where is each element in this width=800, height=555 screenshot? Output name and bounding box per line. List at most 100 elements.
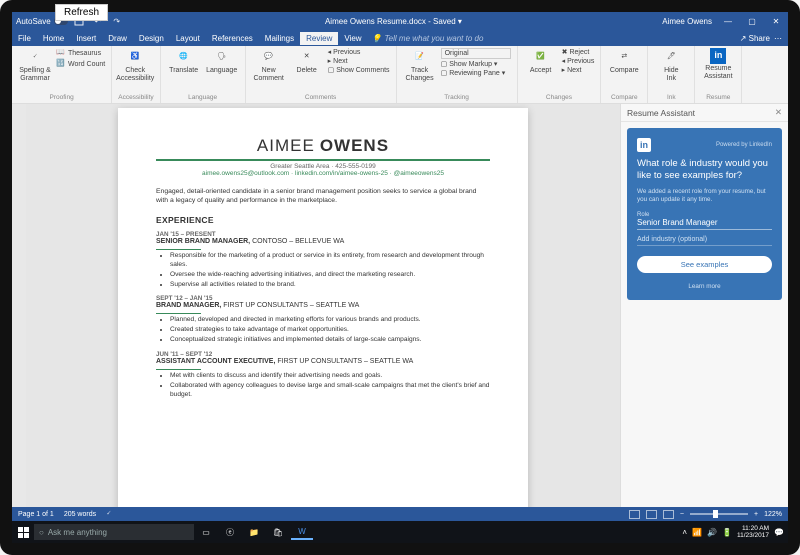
translate-button[interactable]: 🌐Translate <box>167 48 201 75</box>
group-language-label: Language <box>167 94 239 101</box>
read-mode-button[interactable] <box>629 510 640 519</box>
reject-button[interactable]: ✖ Reject <box>562 48 595 56</box>
new-comment-button[interactable]: 💬New Comment <box>252 48 286 82</box>
prev-change-button[interactable]: ◂ Previous <box>562 57 595 65</box>
volume-icon[interactable]: 🔊 <box>707 528 717 537</box>
zoom-level[interactable]: 122% <box>764 511 782 518</box>
delete-icon: ✕ <box>298 48 316 66</box>
document-page[interactable]: AIMEE OWENS Greater Seattle Area · 425-5… <box>118 108 528 507</box>
share-button[interactable]: ↗ Share <box>740 34 770 43</box>
tab-layout[interactable]: Layout <box>170 32 206 45</box>
group-ink-label: Ink <box>654 94 688 101</box>
thesaurus-icon: 📖 <box>56 48 66 58</box>
battery-icon[interactable]: 🔋 <box>722 528 732 537</box>
job-bullets: Met with clients to discuss and identify… <box>170 372 490 400</box>
linkedin-logo-icon: in <box>637 138 651 152</box>
document-title: Aimee Owens Resume.docx - Saved ▾ <box>129 17 659 26</box>
zoom-thumb[interactable] <box>713 510 718 518</box>
next-change-button[interactable]: ▸ Next <box>562 66 595 74</box>
group-accessibility: ♿Check Accessibility Accessibility <box>112 46 160 103</box>
accept-button[interactable]: ✅Accept <box>524 48 558 75</box>
page-indicator[interactable]: Page 1 of 1 <box>18 511 54 518</box>
comments-link[interactable]: ⋯ <box>774 34 782 43</box>
compare-button[interactable]: ⇄Compare <box>607 48 641 75</box>
tab-design[interactable]: Design <box>133 32 170 45</box>
tab-home[interactable]: Home <box>37 32 70 45</box>
maximize-button[interactable]: ▢ <box>744 17 760 26</box>
wifi-icon[interactable]: 📶 <box>692 528 702 537</box>
show-markup-button[interactable]: ▢ Show Markup ▾ <box>441 60 511 68</box>
tab-draw[interactable]: Draw <box>102 32 133 45</box>
tab-insert[interactable]: Insert <box>70 32 102 45</box>
display-mode-dropdown[interactable]: Original <box>441 48 511 59</box>
zoom-in-button[interactable]: + <box>754 511 758 518</box>
group-compare: ⇄Compare Compare <box>601 46 648 103</box>
role-field[interactable]: Senior Brand Manager <box>637 218 772 230</box>
autosave-label: AutoSave <box>16 17 51 26</box>
tab-mailings[interactable]: Mailings <box>259 32 300 45</box>
show-comments-button[interactable]: ▢ Show Comments <box>328 66 390 74</box>
track-changes-button[interactable]: 📝Track Changes <box>403 48 437 82</box>
system-clock[interactable]: 11:20 AM 11/23/2017 <box>737 525 769 539</box>
bullet: Responsible for the marketing of a produ… <box>170 252 490 270</box>
add-industry-field[interactable]: Add industry (optional) <box>637 236 772 246</box>
new-comment-icon: 💬 <box>260 48 278 66</box>
group-comments: 💬New Comment ✕Delete ◂ Previous ▸ Next ▢… <box>246 46 397 103</box>
compare-icon: ⇄ <box>615 48 633 66</box>
action-center-icon[interactable]: 💬 <box>774 528 784 537</box>
job-bullets: Planned, developed and directed in marke… <box>170 316 490 345</box>
tab-references[interactable]: References <box>206 32 259 45</box>
language-button[interactable]: 🗣Language <box>205 48 239 75</box>
tab-review[interactable]: Review <box>300 32 338 45</box>
search-placeholder: Ask me anything <box>48 528 107 537</box>
explorer-icon[interactable]: 📁 <box>243 524 265 540</box>
group-resume-label: Resume <box>701 94 735 101</box>
hide-ink-button[interactable]: 🖊Hide Ink <box>654 48 688 82</box>
store-icon[interactable]: 🛍 <box>267 524 289 540</box>
ribbon: 🗸Spelling & Grammar 📖Thesaurus 🔢Word Cou… <box>12 46 788 104</box>
assistant-close-button[interactable]: ✕ <box>775 107 782 118</box>
see-examples-button[interactable]: See examples <box>637 256 772 273</box>
resume-assistant-button[interactable]: inResume Assistant <box>701 48 735 80</box>
tab-file[interactable]: File <box>12 32 37 45</box>
bullet: Collaborated with agency colleagues to d… <box>170 382 490 400</box>
web-layout-button[interactable] <box>663 510 674 519</box>
spellcheck-icon: 🗸 <box>26 48 44 66</box>
start-button[interactable] <box>12 527 34 538</box>
powered-by-label: Powered by LinkedIn <box>716 142 772 148</box>
spell-check-icon[interactable]: 🗸 <box>106 510 111 518</box>
prev-comment-button[interactable]: ◂ Previous <box>328 48 390 56</box>
reviewing-pane-button[interactable]: ▢ Reviewing Pane ▾ <box>441 69 511 77</box>
cortana-search-box[interactable]: ○ Ask me anything <box>34 524 194 540</box>
group-changes-label: Changes <box>524 94 595 101</box>
next-comment-button[interactable]: ▸ Next <box>328 57 390 65</box>
close-button[interactable]: ✕ <box>768 17 784 26</box>
assistant-subtext: We added a recent role from your resume,… <box>637 188 772 204</box>
spelling-grammar-button[interactable]: 🗸Spelling & Grammar <box>18 48 52 82</box>
document-area[interactable]: AIMEE OWENS Greater Seattle Area · 425-5… <box>26 104 620 507</box>
user-name[interactable]: Aimee Owens <box>662 17 712 26</box>
thesaurus-button[interactable]: 📖Thesaurus <box>56 48 105 58</box>
assistant-question: What role & industry would you like to s… <box>637 158 772 182</box>
zoom-out-button[interactable]: − <box>680 511 684 518</box>
delete-comment-button[interactable]: ✕Delete <box>290 48 324 75</box>
learn-more-link[interactable]: Learn more <box>637 283 772 290</box>
job-title: BRAND MANAGER, FIRST UP CONSULTANTS – SE… <box>156 302 490 309</box>
workspace: AIMEE OWENS Greater Seattle Area · 425-5… <box>12 104 788 507</box>
minimize-button[interactable]: — <box>720 17 736 26</box>
check-accessibility-button[interactable]: ♿Check Accessibility <box>118 48 152 82</box>
edge-icon[interactable]: ⓔ <box>219 524 241 540</box>
redo-icon[interactable]: ↷ <box>111 15 123 27</box>
task-view-button[interactable]: ▭ <box>195 524 217 540</box>
word-taskbar-icon[interactable]: W <box>291 524 313 540</box>
zoom-slider[interactable] <box>690 513 748 515</box>
resume-assistant-pane: Resume Assistant ✕ in Powered by LinkedI… <box>620 104 788 507</box>
job-date: JUN '11 – SEPT '12 <box>156 351 490 358</box>
print-layout-button[interactable] <box>646 510 657 519</box>
tray-up-icon[interactable]: ˄ <box>682 528 687 537</box>
word-count-indicator[interactable]: 205 words <box>64 511 96 518</box>
word-count-button[interactable]: 🔢Word Count <box>56 59 105 69</box>
tab-view[interactable]: View <box>338 32 367 45</box>
status-bar: Page 1 of 1 205 words 🗸 − + 122% <box>12 507 788 521</box>
tell-me-box[interactable]: 💡 Tell me what you want to do <box>368 34 740 43</box>
